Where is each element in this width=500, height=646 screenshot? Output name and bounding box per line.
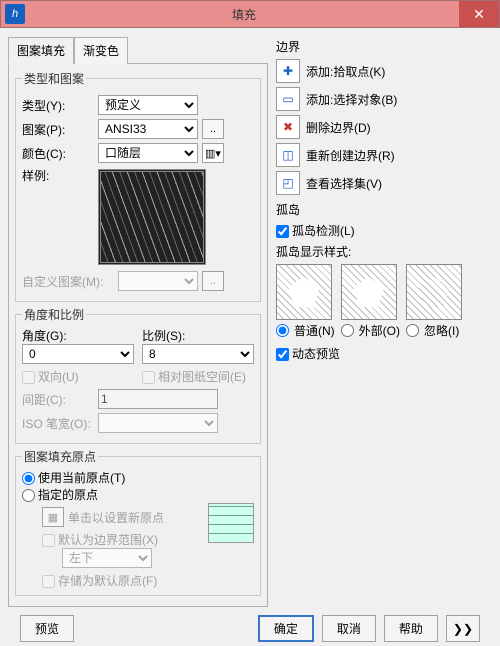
- label-type: 类型(Y):: [22, 97, 94, 114]
- origin-preview: [208, 503, 254, 543]
- radio-specify-label[interactable]: 指定的原点: [22, 488, 98, 502]
- remove-boundary-icon: ✖: [276, 115, 300, 139]
- input-spacing: [98, 389, 218, 409]
- check-dynamic-preview[interactable]: [276, 348, 289, 361]
- label-click-new: 单击以设置新原点: [68, 509, 164, 526]
- tab-hatch[interactable]: 图案填充: [8, 37, 74, 64]
- island-style-normal-preview[interactable]: [276, 264, 332, 320]
- custom-pattern-browse: ..: [202, 271, 224, 291]
- btn-view-selection[interactable]: ◰查看选择集(V): [276, 171, 492, 195]
- btn-cancel[interactable]: 取消: [322, 615, 376, 642]
- color-swatch-button[interactable]: ▥▾: [202, 143, 224, 163]
- pick-origin-icon: ▦: [42, 507, 64, 527]
- label-relpaper: 相对图纸空间(E): [158, 370, 246, 384]
- app-icon: h: [5, 4, 25, 24]
- pattern-sample[interactable]: [98, 169, 206, 265]
- view-selection-icon: ◰: [276, 171, 300, 195]
- label-color: 颜色(C):: [22, 145, 94, 162]
- close-button[interactable]: ✕: [459, 1, 499, 27]
- radio-use-current[interactable]: [22, 472, 35, 485]
- select-type[interactable]: 预定义: [98, 95, 198, 115]
- pattern-browse-button[interactable]: ..: [202, 119, 224, 139]
- label-store-default: 存储为默认原点(F): [58, 574, 157, 588]
- check-store-default: [42, 575, 55, 588]
- radio-use-current-label[interactable]: 使用当前原点(T): [22, 471, 125, 485]
- recreate-boundary-icon: ◫: [276, 143, 300, 167]
- btn-remove-boundary[interactable]: ✖删除边界(D): [276, 115, 492, 139]
- btn-ok[interactable]: 确定: [258, 615, 314, 642]
- select-custom-pattern: [118, 271, 198, 291]
- label-island-style: 孤岛显示样式:: [276, 243, 492, 260]
- group-origin: 图案填充原点 使用当前原点(T) 指定的原点 ▦单击以设置新原点 默认为边界范围…: [15, 448, 261, 596]
- group-type-pattern: 类型和图案 类型(Y): 预定义 图案(P): ANSI33 .. 颜色(C):…: [15, 70, 261, 302]
- island-style-outer-preview[interactable]: [341, 264, 397, 320]
- check-default-extent: [42, 534, 55, 547]
- label-pattern: 图案(P):: [22, 121, 94, 138]
- label-scale: 比例(S):: [142, 327, 254, 344]
- legend-origin: 图案填充原点: [22, 448, 98, 465]
- label-custom-pattern: 自定义图案(M):: [22, 273, 114, 290]
- label-bidir: 双向(U): [38, 370, 79, 384]
- legend-boundary: 边界: [276, 38, 492, 55]
- window-title: 填充: [29, 6, 459, 23]
- btn-help[interactable]: 帮助: [384, 615, 438, 642]
- check-dynamic-preview-label[interactable]: 动态预览: [276, 347, 340, 361]
- label-isopen: ISO 笔宽(O):: [22, 415, 94, 432]
- btn-preview[interactable]: 预览: [20, 615, 74, 642]
- radio-specify[interactable]: [22, 489, 35, 502]
- select-color[interactable]: 口随层: [98, 143, 198, 163]
- tab-gradient[interactable]: 渐变色: [74, 37, 128, 64]
- check-island-detect[interactable]: [276, 225, 289, 238]
- label-default-extent: 默认为边界范围(X): [58, 533, 158, 547]
- check-island-detect-label[interactable]: 孤岛检测(L): [276, 224, 355, 238]
- select-origin-pos: 左下: [62, 548, 152, 568]
- radio-island-outer[interactable]: [341, 324, 354, 337]
- label-angle: 角度(G):: [22, 327, 134, 344]
- btn-recreate-boundary[interactable]: ◫重新创建边界(R): [276, 143, 492, 167]
- btn-more[interactable]: ❯❯: [446, 615, 480, 642]
- select-pattern[interactable]: ANSI33: [98, 119, 198, 139]
- radio-island-normal[interactable]: [276, 324, 289, 337]
- select-scale[interactable]: 8: [142, 344, 254, 364]
- legend-type: 类型和图案: [22, 70, 86, 87]
- check-relpaper: [142, 371, 155, 384]
- titlebar: h 填充 ✕: [0, 0, 500, 28]
- legend-angle-scale: 角度和比例: [22, 306, 86, 323]
- radio-island-ignore[interactable]: [406, 324, 419, 337]
- label-sample: 样例:: [22, 167, 94, 184]
- select-angle[interactable]: 0: [22, 344, 134, 364]
- select-objects-icon: ▭: [276, 87, 300, 111]
- btn-add-pick[interactable]: ✚添加:拾取点(K): [276, 59, 492, 83]
- label-spacing: 间距(C):: [22, 391, 94, 408]
- btn-add-select[interactable]: ▭添加:选择对象(B): [276, 87, 492, 111]
- island-style-ignore-preview[interactable]: [406, 264, 462, 320]
- group-angle-scale: 角度和比例 角度(G): 0 比例(S): 8 双向(U) 相对图纸空间(E): [15, 306, 261, 444]
- pick-point-icon: ✚: [276, 59, 300, 83]
- legend-island: 孤岛: [276, 201, 492, 218]
- check-bidir: [22, 371, 35, 384]
- select-isopen: [98, 413, 218, 433]
